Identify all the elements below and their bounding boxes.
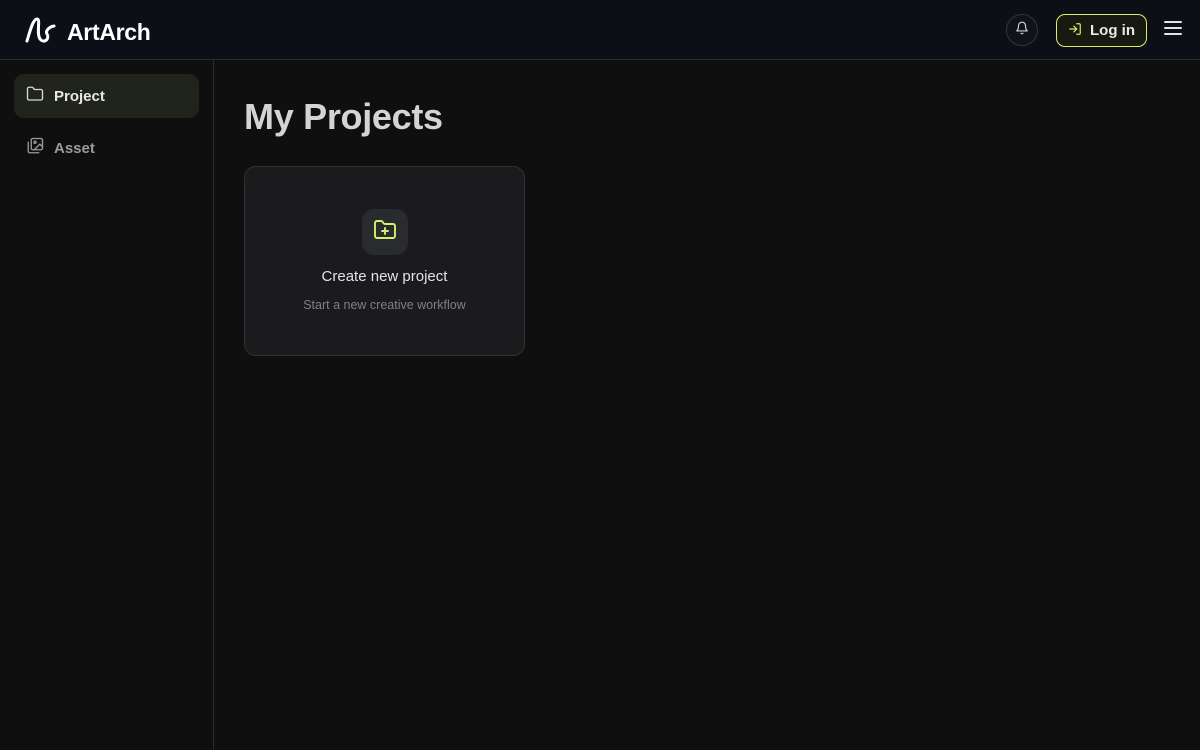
bell-icon (1015, 21, 1029, 40)
sidebar-item-label: Asset (54, 139, 95, 157)
login-label: Log in (1090, 22, 1135, 39)
notifications-button[interactable] (1006, 14, 1038, 46)
login-arrow-icon (1068, 22, 1082, 40)
create-project-title: Create new project (321, 268, 448, 285)
page-title: My Projects (244, 96, 443, 137)
sidebar-item-project[interactable]: Project (14, 74, 199, 118)
folder-icon (26, 85, 44, 107)
hamburger-menu-icon (1164, 20, 1182, 41)
menu-button[interactable] (1162, 19, 1184, 41)
create-project-icon-tile (362, 209, 408, 255)
create-project-subtitle: Start a new creative workflow (303, 298, 466, 312)
top-bar: ArtArch Log in (0, 0, 1200, 60)
login-button[interactable]: Log in (1056, 14, 1147, 47)
artarch-logo-icon (24, 15, 57, 50)
sidebar-item-asset[interactable]: Asset (14, 126, 199, 170)
folder-plus-icon (373, 218, 397, 247)
images-icon (26, 137, 44, 159)
sidebar: Project Asset (0, 60, 214, 750)
brand[interactable]: ArtArch (24, 15, 151, 50)
sidebar-item-label: Project (54, 87, 105, 105)
main-content: My Projects Create new project Start a n… (214, 60, 1200, 750)
brand-name: ArtArch (67, 19, 151, 45)
create-project-card[interactable]: Create new project Start a new creative … (244, 166, 525, 356)
